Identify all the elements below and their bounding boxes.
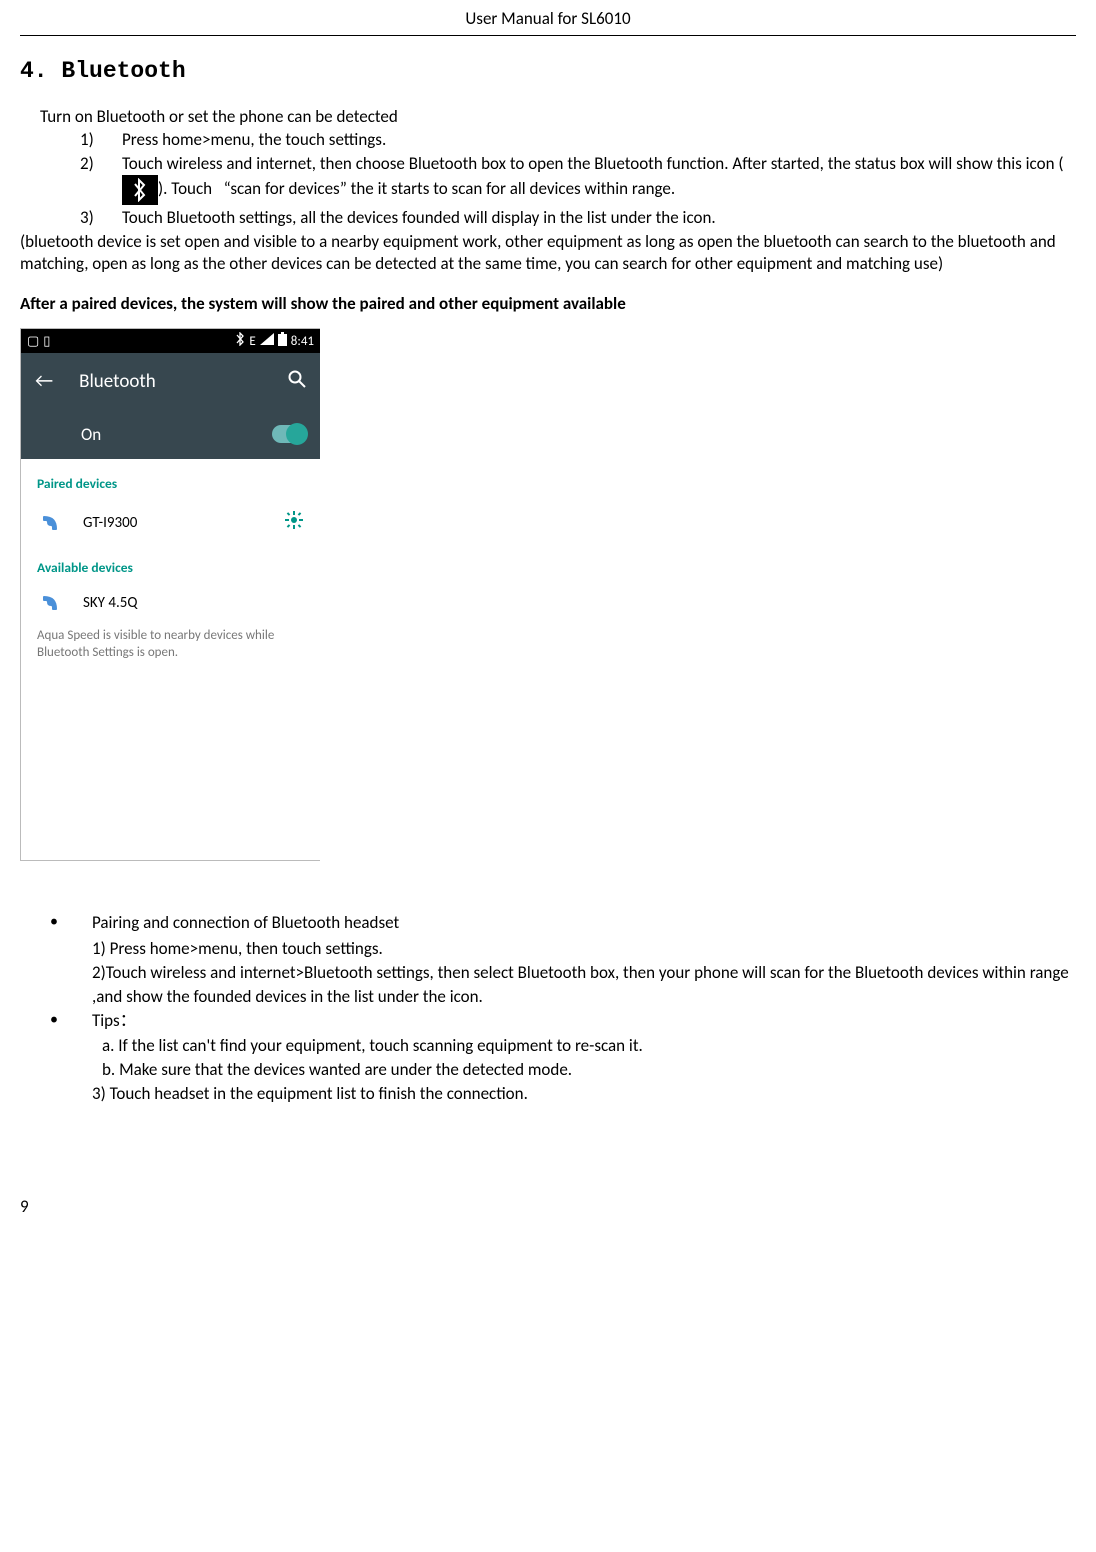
tip-a: a. If the list can't find your equipment… bbox=[102, 1034, 1076, 1058]
sim-icon: ▯ bbox=[43, 334, 50, 349]
available-device-row[interactable]: SKY 4.5Q bbox=[21, 586, 320, 620]
image-icon: ▢ bbox=[27, 334, 39, 349]
network-label: E bbox=[249, 334, 255, 349]
bullet-list: Tips： bbox=[50, 1009, 1076, 1033]
visibility-note: Aqua Speed is visible to nearby devices … bbox=[21, 620, 320, 670]
step-text-b: ). Touch “scan for devices” the it start… bbox=[158, 178, 675, 199]
pairing-step-1: 1) Press home>menu, then touch settings. bbox=[92, 937, 1076, 961]
status-bar: ▢ ▯ E 8:41 bbox=[21, 329, 320, 353]
bullet-pairing: Pairing and connection of Bluetooth head… bbox=[50, 911, 1076, 935]
paired-header: Paired devices bbox=[21, 459, 320, 502]
steps-list: 1) Press home>menu, the touch settings. … bbox=[80, 129, 1076, 229]
bullet-tips: Tips： bbox=[50, 1009, 1076, 1033]
bluetooth-toggle[interactable] bbox=[272, 425, 306, 443]
step-1: 1) Press home>menu, the touch settings. bbox=[80, 129, 1076, 151]
step-num: 3) bbox=[80, 207, 94, 229]
step-num: 2) bbox=[80, 153, 94, 175]
phone-icon bbox=[37, 514, 61, 532]
page-header: User Manual for SL6010 bbox=[20, 0, 1076, 36]
bluetooth-icon bbox=[122, 175, 158, 205]
available-header: Available devices bbox=[21, 543, 320, 586]
gear-icon[interactable] bbox=[284, 510, 304, 535]
clock: 8:41 bbox=[291, 334, 314, 349]
intro-text: Turn on Bluetooth or set the phone can b… bbox=[40, 106, 1076, 127]
back-icon[interactable]: ← bbox=[35, 369, 53, 393]
bold-line: After a paired devices, the system will … bbox=[20, 293, 1076, 314]
section-title: 4. Bluetooth bbox=[20, 58, 1076, 84]
step-text-a: Touch wireless and internet, then choose… bbox=[122, 153, 1064, 174]
tip-b: b. Make sure that the devices wanted are… bbox=[102, 1058, 1076, 1082]
phone-icon bbox=[37, 594, 61, 612]
pairing-step-2: 2)Touch wireless and internet>Bluetooth … bbox=[92, 961, 1076, 1009]
on-label: On bbox=[81, 424, 101, 445]
bluetooth-toggle-row: On bbox=[21, 409, 320, 459]
step-2: 2) Touch wireless and internet, then cho… bbox=[80, 153, 1076, 205]
paren-text: (bluetooth device is set open and visibl… bbox=[20, 231, 1076, 275]
appbar-title: Bluetooth bbox=[79, 370, 156, 393]
page-number: 9 bbox=[20, 1196, 1076, 1217]
step-text: Press home>menu, the touch settings. bbox=[122, 129, 386, 150]
paired-device-row[interactable]: GT-I9300 bbox=[21, 502, 320, 543]
phone-screenshot: ▢ ▯ E 8:41 ← Bluetooth bbox=[20, 328, 320, 861]
bullet-list: Pairing and connection of Bluetooth head… bbox=[50, 911, 1076, 935]
step-num: 1) bbox=[80, 129, 94, 151]
app-bar: ← Bluetooth bbox=[21, 353, 320, 409]
available-device-name: SKY 4.5Q bbox=[83, 594, 137, 612]
search-icon[interactable] bbox=[288, 370, 306, 393]
pairing-step-3: 3) Touch headset in the equipment list t… bbox=[92, 1082, 1076, 1106]
step-3: 3) Touch Bluetooth settings, all the dev… bbox=[80, 207, 1076, 229]
bluetooth-status-icon bbox=[235, 332, 245, 350]
signal-icon bbox=[260, 333, 274, 349]
paired-device-name: GT-I9300 bbox=[83, 514, 137, 532]
battery-icon bbox=[278, 332, 287, 350]
step-text: Touch Bluetooth settings, all the device… bbox=[122, 207, 716, 228]
